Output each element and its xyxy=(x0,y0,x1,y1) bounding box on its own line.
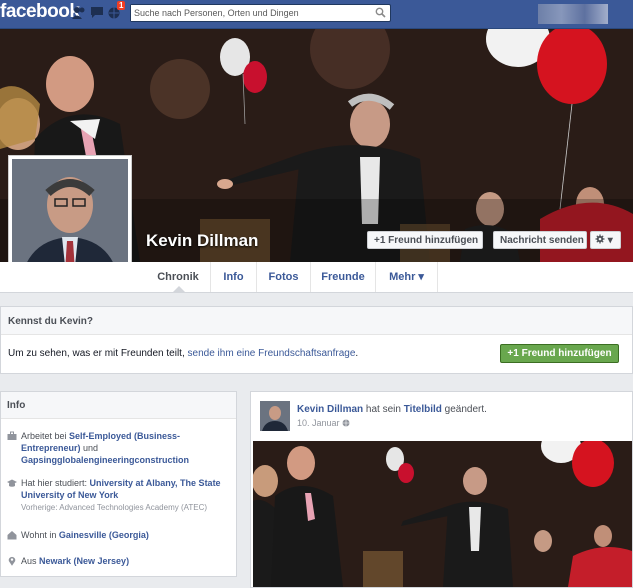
home-icon xyxy=(7,530,17,540)
tab-mehr[interactable]: Mehr ▾ xyxy=(376,262,438,292)
public-globe-icon xyxy=(342,418,350,428)
profile-picture[interactable] xyxy=(8,155,132,279)
location-pin-icon xyxy=(7,556,17,566)
prompt-text-start: Um zu sehen, was er mit Freunden teilt, xyxy=(8,348,188,359)
account-area[interactable] xyxy=(538,4,608,24)
post-date-text[interactable]: 10. Januar xyxy=(297,418,340,428)
briefcase-icon xyxy=(7,431,17,441)
friend-requests-icon[interactable] xyxy=(72,6,86,19)
messages-icon[interactable] xyxy=(90,6,104,19)
prompt-text-end: . xyxy=(355,348,359,359)
tab-info[interactable]: Info xyxy=(211,262,257,292)
profile-picture-image xyxy=(12,159,128,275)
add-friend-button[interactable]: +1 Freund hinzufügen xyxy=(367,231,483,249)
work-prefix: Arbeitet bei xyxy=(21,431,70,441)
info-lives: Wohnt in Gainesville (Georgia) xyxy=(21,529,149,541)
search-box xyxy=(130,4,391,22)
tab-freunde[interactable]: Freunde xyxy=(311,262,376,292)
cover-photo-link[interactable]: Titelbild xyxy=(404,404,442,415)
post-cover-photo-image[interactable] xyxy=(253,441,632,587)
post-action: hat sein xyxy=(363,404,404,415)
post-header: Kevin Dillman hat sein Titelbild geänder… xyxy=(297,404,487,415)
info-from: Aus Newark (New Jersey) xyxy=(21,555,129,567)
work-and: und xyxy=(80,443,99,453)
gear-icon xyxy=(595,234,608,246)
from-city-link[interactable]: Newark (New Jersey) xyxy=(39,556,129,566)
prompt-text: Um zu sehen, was er mit Freunden teilt, … xyxy=(8,348,358,359)
prompt-title: Kennst du Kevin? xyxy=(8,316,94,327)
profile-settings-button[interactable]: ▾ xyxy=(590,231,621,249)
notification-count-badge: 1 xyxy=(117,1,126,10)
tab-fotos[interactable]: Fotos xyxy=(257,262,311,292)
send-friend-request-link[interactable]: sende ihm eine Freundschaftsanfrage xyxy=(188,348,356,359)
info-work: Arbeitet bei Self-Employed (Business-Ent… xyxy=(21,430,226,466)
lives-prefix: Wohnt in xyxy=(21,530,59,540)
prompt-header: Kennst du Kevin? xyxy=(1,307,632,335)
study-previous: Vorherige: Advanced Technologies Academy… xyxy=(21,503,208,512)
info-study: Hat hier studiert: University at Albany,… xyxy=(21,477,231,514)
search-input[interactable] xyxy=(131,5,377,21)
friend-request-prompt: Kennst du Kevin? Um zu sehen, was er mit… xyxy=(0,306,633,374)
study-prefix: Hat hier studiert: xyxy=(21,478,90,488)
timeline-post: Kevin Dillman hat sein Titelbild geänder… xyxy=(250,391,633,588)
graduation-cap-icon xyxy=(7,478,17,488)
dropdown-caret: ▾ xyxy=(607,235,613,246)
facebook-logo[interactable]: facebook xyxy=(0,1,80,23)
post-date: 10. Januar xyxy=(297,418,350,428)
lives-city-link[interactable]: Gainesville (Georgia) xyxy=(59,530,149,540)
send-message-button[interactable]: Nachricht senden xyxy=(493,231,587,249)
from-prefix: Aus xyxy=(21,556,40,566)
search-icon[interactable] xyxy=(375,7,386,21)
top-bar: facebook 1 xyxy=(0,0,633,29)
work-company2-link[interactable]: Gapsingglobalengineeringconstruction xyxy=(21,455,189,465)
active-tab-indicator xyxy=(173,286,185,292)
post-author-avatar[interactable] xyxy=(260,401,290,431)
post-action-end: geändert. xyxy=(441,404,487,415)
add-friend-green-button[interactable]: +1 Freund hinzufügen xyxy=(500,344,619,363)
profile-name: Kevin Dillman xyxy=(146,231,259,250)
info-box: Info Arbeitet bei Self-Employed (Busines… xyxy=(0,391,237,577)
info-title[interactable]: Info xyxy=(7,400,25,411)
profile-nav-bar: Chronik Info Fotos Freunde Mehr ▾ xyxy=(0,262,633,293)
info-header: Info xyxy=(1,392,236,419)
post-author-link[interactable]: Kevin Dillman xyxy=(297,404,363,415)
